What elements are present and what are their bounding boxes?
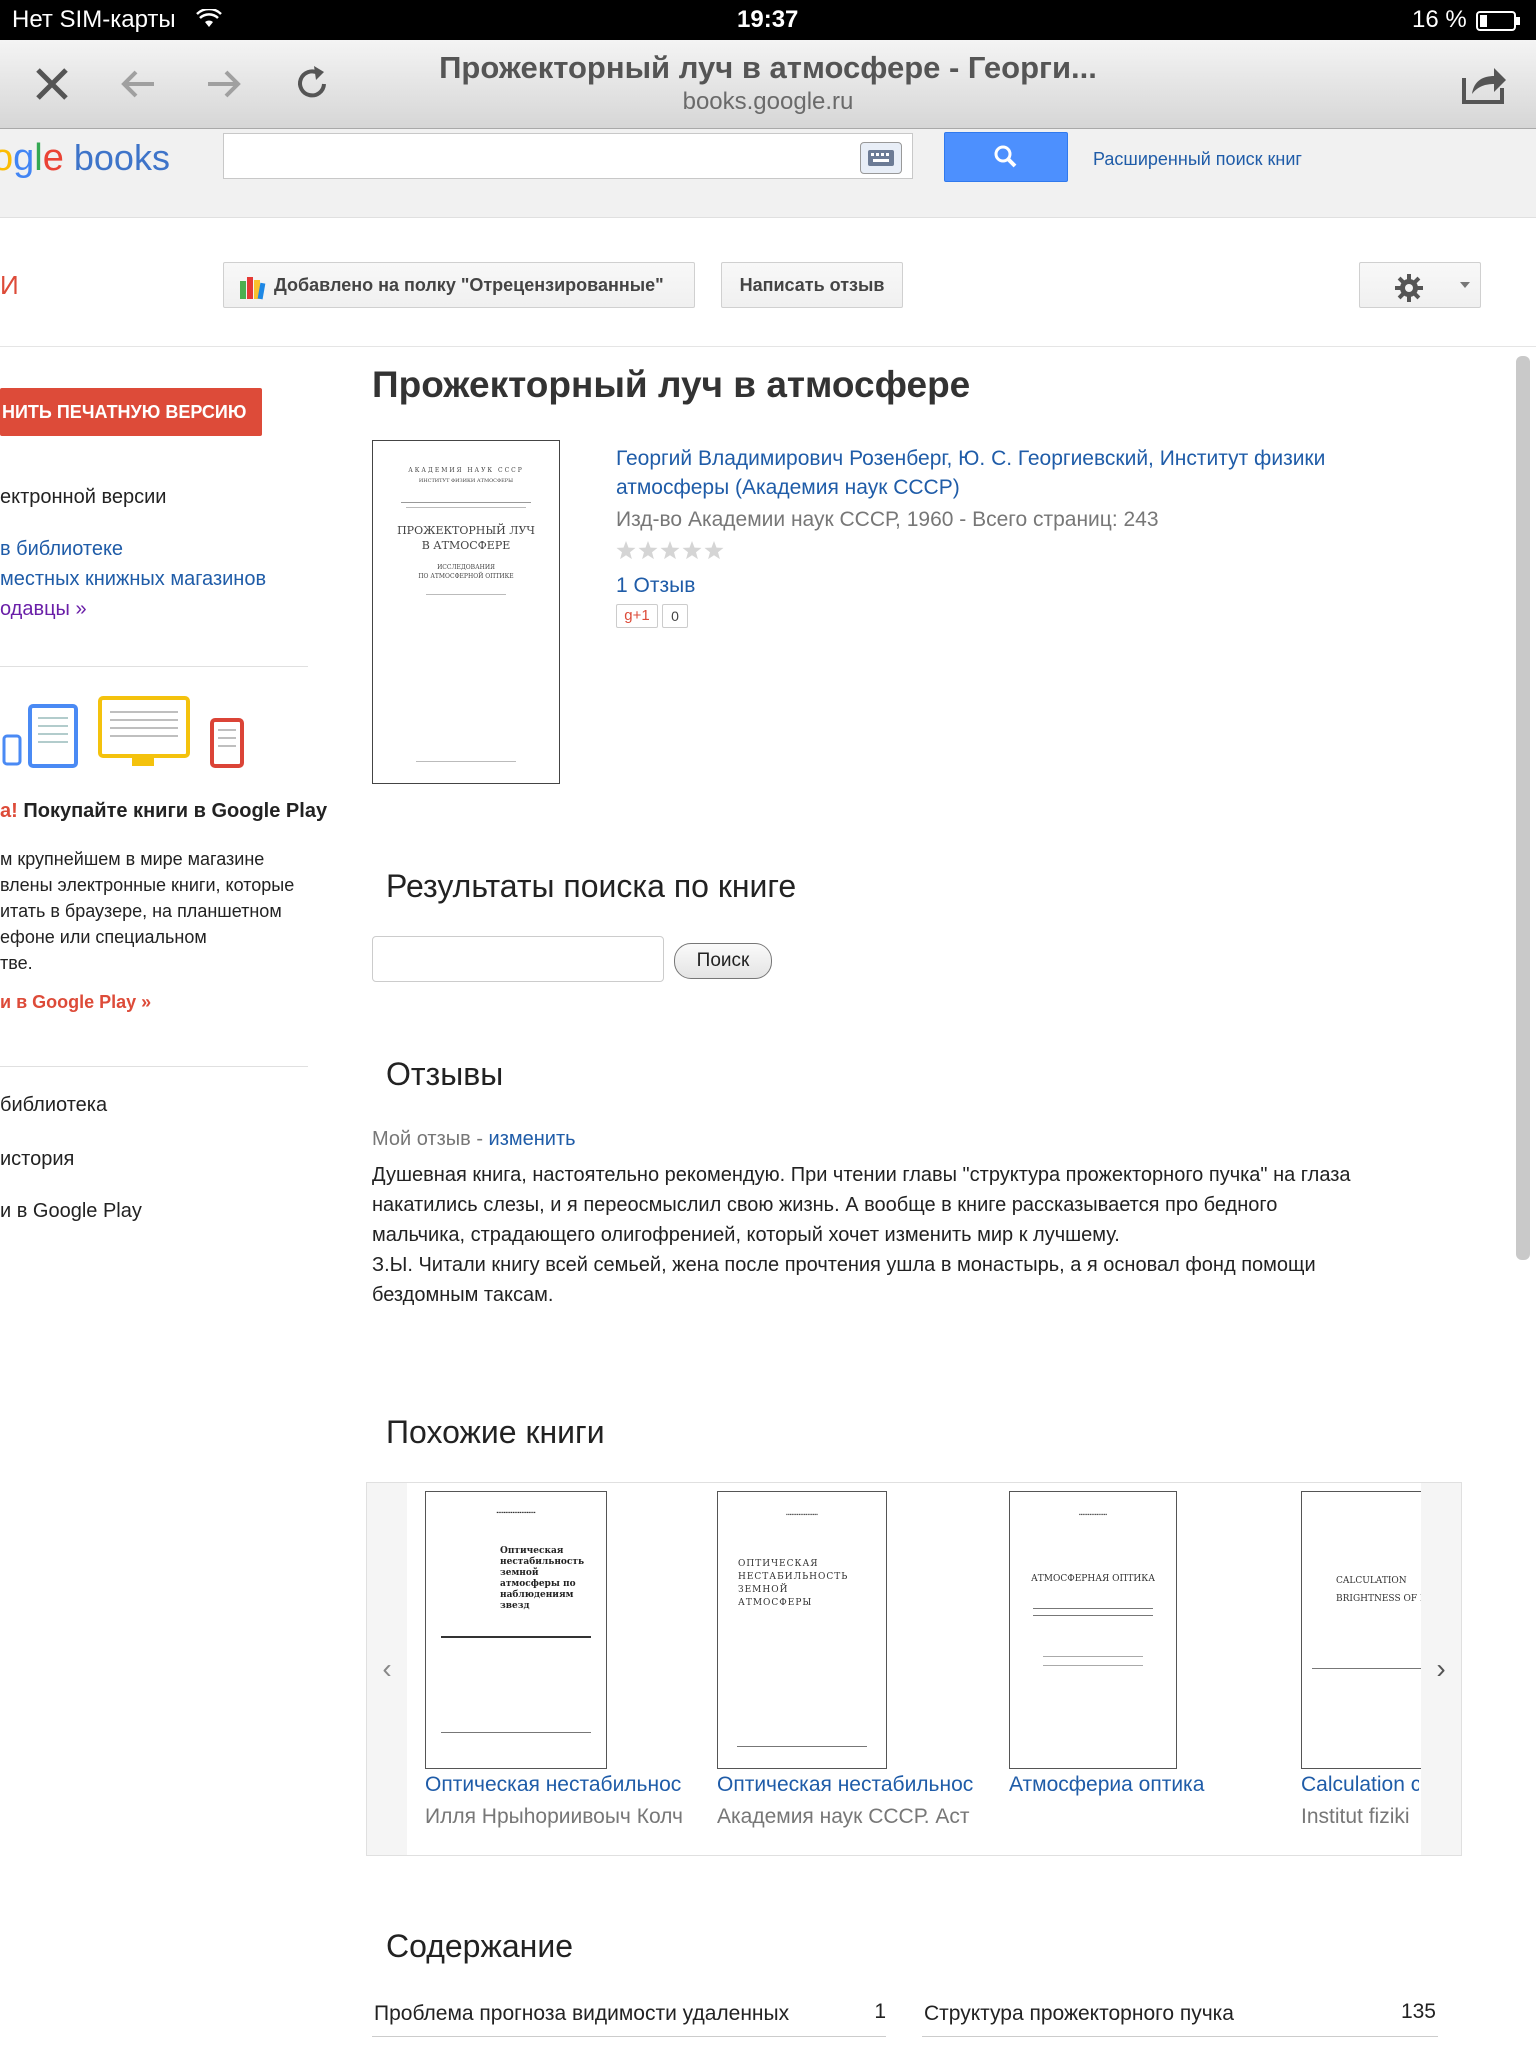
settings-button[interactable] bbox=[1359, 262, 1481, 308]
write-review-button[interactable]: Написать отзыв bbox=[721, 262, 903, 308]
nav-history[interactable]: история bbox=[0, 1148, 74, 1171]
similar-book-title[interactable]: Атмосфериа оптика bbox=[1009, 1773, 1279, 1797]
book-publisher: Изд-во Академии наук СССР, 1960 - Всего … bbox=[616, 508, 1159, 531]
reviews-count-link[interactable]: 1 Отзыв bbox=[616, 574, 695, 598]
shelf-button[interactable]: Добавлено на полку "Отрецензированные" bbox=[223, 262, 695, 308]
carrier-label: Нет SIM-карты bbox=[12, 6, 176, 33]
similar-book-cover[interactable]: ▪▪▪▪▪▪▪▪▪▪▪▪▪▪▪▪▪▪▪▪▪▪ Оптическая нестаб… bbox=[425, 1491, 607, 1769]
search-icon bbox=[994, 145, 1017, 168]
similar-book-cover[interactable]: CALCULATION BRIGHTNESS OF L bbox=[1301, 1491, 1432, 1769]
page-scrollbar[interactable] bbox=[1516, 356, 1530, 1260]
review-text: Душевная книга, настоятельно рекомендую.… bbox=[372, 1164, 1351, 1306]
google-play-link[interactable]: и в Google Play » bbox=[0, 992, 151, 1013]
similar-book-title[interactable]: Оптическая нестабильнос bbox=[717, 1773, 987, 1797]
toc-heading: Содержание bbox=[386, 1928, 574, 1964]
action-bar: И Добавлено на полку "Отрецензированные"… bbox=[0, 218, 1536, 347]
book-authors[interactable]: Георгий Владимирович Розенберг, Ю. С. Ге… bbox=[616, 444, 1325, 502]
toc-page: 1 bbox=[874, 2000, 886, 2023]
my-library-label-partial[interactable]: И bbox=[0, 270, 19, 301]
advanced-search-link[interactable]: Расширенный поиск книг bbox=[1093, 149, 1302, 170]
toc-row[interactable]: Проблема прогноза видимости удаленных 1 bbox=[372, 1996, 886, 2037]
promo-text: м крупнейшем в мире магазине влены элект… bbox=[0, 849, 295, 973]
toc-title[interactable]: Структура прожекторного пучка bbox=[924, 2002, 1234, 2026]
book-cover[interactable]: АКАДЕМИЯ НАУК СССР ИНСТИТУТ ФИЗИКИ АТМОС… bbox=[372, 440, 560, 784]
sidebar-divider bbox=[0, 1066, 308, 1067]
gbooks-header: ogle books Расширенный поиск книг bbox=[0, 129, 1536, 218]
similar-book-cover[interactable]: ▪▪▪▪▪▪▪▪▪▪▪▪▪▪▪▪▪▪ ОПТИЧЕСКАЯ НЕСТАБИЛЬН… bbox=[717, 1491, 887, 1769]
clock: 19:37 bbox=[737, 6, 799, 33]
toc-row[interactable]: Структура прожекторного пучка 135 bbox=[922, 1996, 1438, 2037]
gear-icon bbox=[1394, 273, 1424, 319]
sidebar: НИТЬ ПЕЧАТНУЮ ВЕРСИЮ ектронной версии в … bbox=[0, 346, 340, 1246]
battery-icon bbox=[1476, 10, 1522, 38]
books-shelf-icon bbox=[238, 273, 266, 317]
buy-print-button[interactable]: НИТЬ ПЕЧАТНУЮ ВЕРСИЮ bbox=[0, 388, 262, 436]
edit-review-link[interactable]: изменить bbox=[489, 1128, 576, 1150]
nav-my-library[interactable]: библиотека bbox=[0, 1094, 107, 1117]
carousel-next-arrow[interactable]: › bbox=[1421, 1483, 1461, 1855]
share-icon[interactable] bbox=[1458, 60, 1506, 108]
star-icon[interactable] bbox=[638, 541, 658, 560]
similar-books-carousel: ‹ ▪▪▪▪▪▪▪▪▪▪▪▪▪▪▪▪▪▪▪▪▪▪ Оптическая нест… bbox=[366, 1482, 1462, 1856]
back-icon[interactable] bbox=[114, 60, 162, 108]
toc-page: 135 bbox=[1400, 2000, 1436, 2023]
keyboard-icon[interactable] bbox=[860, 142, 902, 174]
browser-toolbar: Прожекторный луч в атмосфере - Георги...… bbox=[0, 40, 1536, 129]
nav-google-play[interactable]: и в Google Play bbox=[0, 1200, 142, 1223]
reviews-heading: Отзывы bbox=[386, 1056, 504, 1092]
my-review-line: Мой отзыв - изменить bbox=[372, 1128, 576, 1150]
find-in-library-link[interactable]: в библиотеке bbox=[0, 538, 123, 561]
similar-book-title[interactable]: Оптическая нестабильнос bbox=[425, 1773, 695, 1797]
forward-icon[interactable] bbox=[200, 60, 248, 108]
star-rating[interactable] bbox=[616, 540, 728, 567]
star-icon[interactable] bbox=[682, 541, 702, 560]
carousel-prev-arrow[interactable]: ‹ bbox=[367, 1483, 407, 1855]
gplus-button[interactable]: g+1 bbox=[616, 604, 658, 628]
battery-percent: 16 % bbox=[1412, 6, 1467, 33]
close-icon[interactable] bbox=[28, 60, 76, 108]
similar-book-author: Академия наук СССР. Аст bbox=[717, 1805, 970, 1828]
devices-illustration bbox=[0, 696, 250, 778]
page-title: Прожекторный луч в атмосфере - Георги... bbox=[439, 50, 1097, 85]
similar-books-heading: Похожие книги bbox=[386, 1414, 605, 1450]
status-bar: Нет SIM-карты 19:37 16 % bbox=[0, 0, 1536, 40]
search-input[interactable] bbox=[223, 133, 913, 179]
chevron-down-icon bbox=[1458, 269, 1472, 315]
book-title: Прожекторный луч в атмосфере bbox=[372, 364, 971, 405]
page-url[interactable]: books.google.ru bbox=[300, 88, 1236, 116]
promo-heading: а! Покупайте книги в Google Play bbox=[0, 800, 328, 822]
similar-book-cover[interactable]: ▪▪▪▪▪▪▪▪▪▪▪▪▪▪▪▪ АТМОСФЕРНАЯ ОПТИКА bbox=[1009, 1491, 1177, 1769]
search-button[interactable] bbox=[944, 132, 1068, 182]
sidebar-divider bbox=[0, 666, 308, 667]
ebook-unavailable-text: ектронной версии bbox=[0, 486, 167, 508]
search-in-book-heading: Результаты поиска по книге bbox=[386, 868, 797, 904]
toc-title[interactable]: Проблема прогноза видимости удаленных bbox=[374, 2002, 824, 2026]
local-stores-link[interactable]: местных книжных магазинов bbox=[0, 568, 266, 591]
google-books-logo[interactable]: ogle books bbox=[0, 137, 170, 180]
similar-book-title[interactable]: Calculation c bbox=[1301, 1773, 1419, 1797]
star-icon[interactable] bbox=[660, 541, 680, 560]
similar-book-author: Илля Нрыһориивоыч Колч bbox=[425, 1805, 683, 1828]
search-in-book-input[interactable] bbox=[372, 936, 664, 982]
star-icon[interactable] bbox=[616, 541, 636, 560]
star-icon[interactable] bbox=[704, 541, 724, 560]
gplus-count: 0 bbox=[662, 604, 688, 628]
search-in-book-button[interactable]: Поиск bbox=[674, 943, 772, 979]
all-sellers-link[interactable]: одавцы » bbox=[0, 598, 87, 621]
similar-book-author: Institut fiziki bbox=[1301, 1805, 1410, 1828]
wifi-icon bbox=[196, 7, 222, 36]
